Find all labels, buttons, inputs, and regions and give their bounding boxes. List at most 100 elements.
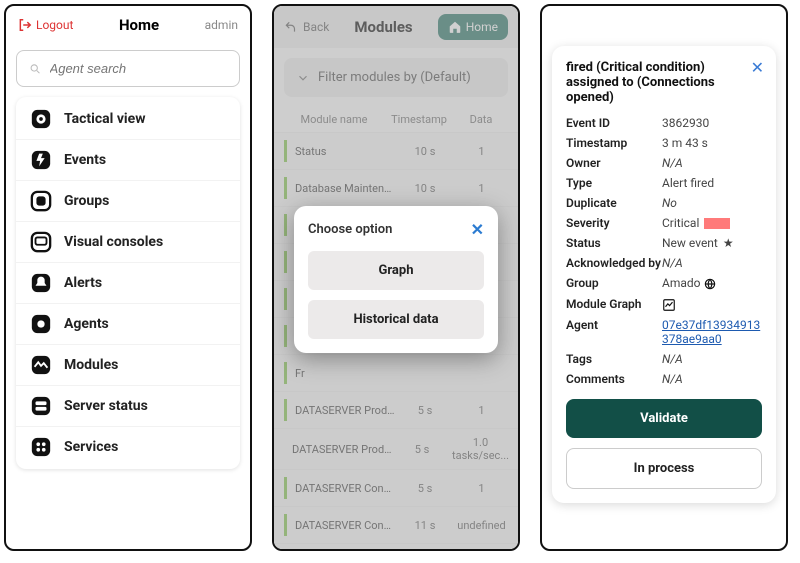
filter-dropdown[interactable]: Filter modules by (Default): [284, 58, 508, 97]
back-button[interactable]: Back: [284, 20, 329, 34]
page-title: Modules: [354, 18, 412, 36]
nav-label: Agents: [64, 316, 109, 332]
table-row[interactable]: NETWORKSERVER Produ...11 sundefined: [274, 543, 518, 551]
cell-ts: 10 s: [395, 182, 455, 195]
field-value: Amado: [662, 276, 717, 291]
field-row: TypeAlert fired: [566, 173, 762, 193]
cell-name: Fr: [295, 367, 395, 380]
star-icon: ★: [723, 236, 734, 250]
severity-chip: [704, 218, 730, 229]
nav-item-server[interactable]: Server status: [16, 385, 240, 426]
table-row[interactable]: DATASERVER Consumer #...5 s1: [274, 469, 518, 506]
field-key: Module Graph: [566, 297, 662, 312]
panel-event-detail: ✕ fired (Critical condition) assigned to…: [540, 4, 788, 551]
field-row: CommentsN/A: [566, 369, 762, 389]
search-box[interactable]: [16, 50, 240, 87]
server-icon: [30, 395, 52, 417]
cell-name: DATASERVER Consumer #...: [295, 482, 395, 495]
logout-icon: [18, 18, 32, 32]
cell-ts: 11 s: [395, 519, 455, 532]
field-value: [662, 297, 676, 312]
graph-button[interactable]: Graph: [308, 251, 484, 290]
tactical-icon: [30, 108, 52, 130]
col-ts: Timestamp: [384, 113, 454, 126]
panel-modules: Back Modules Home Filter modules by (Def…: [272, 4, 520, 551]
table-row[interactable]: DATASERVER Consum...o...11 sundefined: [274, 506, 518, 543]
cell-data: 1.0 tasks/sec...: [452, 436, 509, 462]
status-bar: [284, 362, 287, 384]
agent-link[interactable]: 07e37df13934913378ae9aa0: [662, 318, 760, 346]
col-name: Module name: [284, 113, 384, 126]
field-value: 3862930: [662, 116, 709, 130]
close-icon[interactable]: ✕: [751, 58, 764, 77]
modules-icon: [30, 354, 52, 376]
page-title: Home: [119, 16, 159, 34]
nav-item-services[interactable]: Services: [16, 426, 240, 467]
status-bar: [284, 177, 287, 199]
globe-icon: [703, 277, 717, 291]
field-value: N/A: [662, 156, 683, 170]
nav-label: Groups: [64, 193, 109, 209]
historical-data-button[interactable]: Historical data: [308, 300, 484, 339]
nav-label: Services: [64, 439, 118, 455]
nav-label: Visual consoles: [64, 234, 163, 250]
status-bar: [284, 477, 287, 499]
nav-label: Tactical view: [64, 111, 145, 127]
table-row[interactable]: DATASERVER Produc...oc...5 s1.0 tasks/se…: [274, 428, 518, 469]
cell-name: DATASERVER Produc...oc...: [292, 443, 392, 456]
field-row: Module Graph: [566, 294, 762, 315]
table-row[interactable]: Status10 s1: [274, 132, 518, 169]
status-bar: [284, 399, 287, 421]
search-input[interactable]: [50, 61, 227, 76]
nav-item-visual[interactable]: Visual consoles: [16, 221, 240, 262]
nav-item-agents[interactable]: Agents: [16, 303, 240, 344]
status-bar: [284, 251, 287, 273]
home-label: Home: [466, 20, 498, 34]
cell-ts: 5 s: [395, 404, 455, 417]
cell-data: 1: [455, 145, 508, 158]
alerts-icon: [30, 272, 52, 294]
field-key: Tags: [566, 352, 662, 366]
validate-button[interactable]: Validate: [566, 399, 762, 438]
table-row[interactable]: Fr: [274, 354, 518, 391]
nav-label: Events: [64, 152, 106, 168]
field-value: New event ★: [662, 236, 734, 250]
in-process-button[interactable]: In process: [566, 448, 762, 489]
nav-item-alerts[interactable]: Alerts: [16, 262, 240, 303]
event-fields: Event ID3862930Timestamp3 m 43 sOwnerN/A…: [566, 113, 762, 389]
user-label[interactable]: admin: [205, 18, 238, 32]
field-value: Critical: [662, 216, 730, 230]
cell-data: 1: [455, 182, 508, 195]
field-key: Timestamp: [566, 136, 662, 150]
cell-name: DATASERVER Producer St...: [295, 404, 395, 417]
back-icon: [284, 20, 298, 34]
panel-home: Logout Home admin Tactical view Events Gro…: [4, 4, 252, 551]
home-button[interactable]: Home: [438, 14, 508, 40]
modal-title: Choose option: [308, 222, 392, 237]
close-icon[interactable]: ✕: [471, 220, 484, 239]
logout-button[interactable]: Logout: [18, 18, 73, 32]
field-row: GroupAmado: [566, 273, 762, 294]
table-row[interactable]: Database Maintenance10 s1: [274, 169, 518, 206]
nav-item-tactical[interactable]: Tactical view: [16, 99, 240, 139]
logout-label: Logout: [36, 18, 73, 32]
filter-label: Filter modules by (Default): [318, 70, 471, 85]
field-value: Alert fired: [662, 176, 714, 190]
cell-name: DATASERVER Consum...o...: [295, 519, 395, 532]
field-row: DuplicateNo: [566, 193, 762, 213]
field-key: Agent: [566, 318, 662, 346]
chevron-down-icon: [296, 71, 310, 85]
status-bar: [284, 325, 287, 347]
table-row[interactable]: DATASERVER Producer St...5 s1: [274, 391, 518, 428]
nav-item-groups[interactable]: Groups: [16, 180, 240, 221]
header: Logout Home admin: [6, 6, 250, 44]
nav-item-events[interactable]: Events: [16, 139, 240, 180]
col-data: Data: [454, 113, 508, 126]
cell-data: undefined: [455, 519, 508, 532]
graph-icon[interactable]: [662, 298, 676, 312]
status-bar: [284, 288, 287, 310]
nav-item-modules[interactable]: Modules: [16, 344, 240, 385]
status-bar: [284, 140, 287, 162]
field-value: N/A: [662, 372, 683, 386]
field-value: 07e37df13934913378ae9aa0: [662, 318, 762, 346]
